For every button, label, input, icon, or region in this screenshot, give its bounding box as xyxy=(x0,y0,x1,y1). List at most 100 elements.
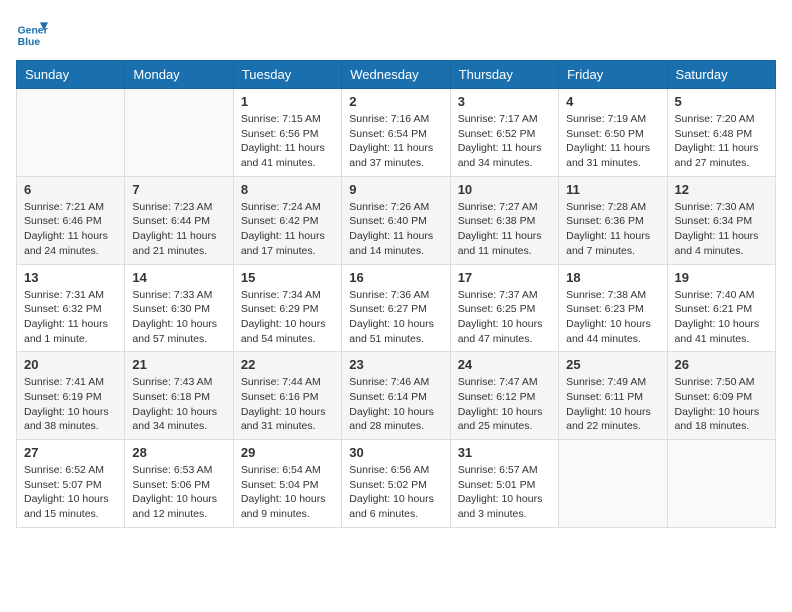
day-number: 31 xyxy=(458,445,551,460)
day-number: 2 xyxy=(349,94,442,109)
day-number: 3 xyxy=(458,94,551,109)
day-number: 13 xyxy=(24,270,117,285)
day-of-week-header: Monday xyxy=(125,61,233,89)
day-of-week-header: Friday xyxy=(559,61,667,89)
day-number: 14 xyxy=(132,270,225,285)
day-info: Sunrise: 6:53 AM Sunset: 5:06 PM Dayligh… xyxy=(132,463,225,522)
day-info: Sunrise: 7:38 AM Sunset: 6:23 PM Dayligh… xyxy=(566,288,659,347)
page-header: General Blue xyxy=(16,16,776,48)
day-number: 25 xyxy=(566,357,659,372)
calendar-week-row: 20Sunrise: 7:41 AM Sunset: 6:19 PM Dayli… xyxy=(17,352,776,440)
calendar-cell: 19 Sunrise: 7:40 AM Sunset: 6:21 PM Dayli… xyxy=(667,264,775,352)
calendar-cell xyxy=(125,89,233,177)
day-info: Sunrise: 7:24 AM Sunset: 6:42 PM Dayligh… xyxy=(241,200,334,259)
calendar-week-row: 6Sunrise: 7:21 AM Sunset: 6:46 PM Daylig… xyxy=(17,176,776,264)
calendar-cell: 8 Sunrise: 7:24 AM Sunset: 6:42 PM Daylig… xyxy=(233,176,341,264)
day-info: Sunrise: 6:57 AM Sunset: 5:01 PM Dayligh… xyxy=(458,463,551,522)
day-info: Sunrise: 7:19 AM Sunset: 6:50 PM Dayligh… xyxy=(566,112,659,171)
day-of-week-header: Sunday xyxy=(17,61,125,89)
day-number: 30 xyxy=(349,445,442,460)
calendar-cell: 24Sunrise: 7:47 AM Sunset: 6:12 PM Dayli… xyxy=(450,352,558,440)
calendar-cell: 25Sunrise: 7:49 AM Sunset: 6:11 PM Dayli… xyxy=(559,352,667,440)
logo-icon: General Blue xyxy=(16,16,48,48)
day-number: 10 xyxy=(458,182,551,197)
day-info: Sunrise: 7:33 AM Sunset: 6:30 PM Dayligh… xyxy=(132,288,225,347)
day-number: 29 xyxy=(241,445,334,460)
calendar-cell: 21 Sunrise: 7:43 AM Sunset: 6:18 PM Dayli… xyxy=(125,352,233,440)
calendar-cell: 27Sunrise: 6:52 AM Sunset: 5:07 PM Dayli… xyxy=(17,440,125,528)
calendar-cell: 7 Sunrise: 7:23 AM Sunset: 6:44 PM Daylig… xyxy=(125,176,233,264)
calendar-cell: 20Sunrise: 7:41 AM Sunset: 6:19 PM Dayli… xyxy=(17,352,125,440)
calendar-cell: 3 Sunrise: 7:17 AM Sunset: 6:52 PM Daylig… xyxy=(450,89,558,177)
calendar-cell: 28 Sunrise: 6:53 AM Sunset: 5:06 PM Dayli… xyxy=(125,440,233,528)
day-of-week-header: Wednesday xyxy=(342,61,450,89)
day-info: Sunrise: 7:50 AM Sunset: 6:09 PM Dayligh… xyxy=(675,375,768,434)
day-number: 5 xyxy=(675,94,768,109)
calendar-week-row: 27Sunrise: 6:52 AM Sunset: 5:07 PM Dayli… xyxy=(17,440,776,528)
day-info: Sunrise: 6:56 AM Sunset: 5:02 PM Dayligh… xyxy=(349,463,442,522)
day-number: 24 xyxy=(458,357,551,372)
calendar-cell: 6Sunrise: 7:21 AM Sunset: 6:46 PM Daylig… xyxy=(17,176,125,264)
day-info: Sunrise: 7:23 AM Sunset: 6:44 PM Dayligh… xyxy=(132,200,225,259)
calendar-cell xyxy=(667,440,775,528)
calendar-cell: 9 Sunrise: 7:26 AM Sunset: 6:40 PM Daylig… xyxy=(342,176,450,264)
day-info: Sunrise: 7:31 AM Sunset: 6:32 PM Dayligh… xyxy=(24,288,117,347)
day-number: 12 xyxy=(675,182,768,197)
calendar-cell: 29 Sunrise: 6:54 AM Sunset: 5:04 PM Dayli… xyxy=(233,440,341,528)
calendar-cell: 31 Sunrise: 6:57 AM Sunset: 5:01 PM Dayli… xyxy=(450,440,558,528)
day-number: 7 xyxy=(132,182,225,197)
svg-text:Blue: Blue xyxy=(18,37,41,48)
day-info: Sunrise: 7:44 AM Sunset: 6:16 PM Dayligh… xyxy=(241,375,334,434)
day-number: 6 xyxy=(24,182,117,197)
day-info: Sunrise: 7:17 AM Sunset: 6:52 PM Dayligh… xyxy=(458,112,551,171)
calendar-cell: 12 Sunrise: 7:30 AM Sunset: 6:34 PM Dayli… xyxy=(667,176,775,264)
day-info: Sunrise: 7:37 AM Sunset: 6:25 PM Dayligh… xyxy=(458,288,551,347)
day-of-week-header: Thursday xyxy=(450,61,558,89)
calendar-week-row: 1Sunrise: 7:15 AM Sunset: 6:56 PM Daylig… xyxy=(17,89,776,177)
day-info: Sunrise: 7:16 AM Sunset: 6:54 PM Dayligh… xyxy=(349,112,442,171)
calendar-cell: 16 Sunrise: 7:36 AM Sunset: 6:27 PM Dayli… xyxy=(342,264,450,352)
day-number: 27 xyxy=(24,445,117,460)
day-info: Sunrise: 7:40 AM Sunset: 6:21 PM Dayligh… xyxy=(675,288,768,347)
day-number: 11 xyxy=(566,182,659,197)
day-info: Sunrise: 7:20 AM Sunset: 6:48 PM Dayligh… xyxy=(675,112,768,171)
day-info: Sunrise: 7:41 AM Sunset: 6:19 PM Dayligh… xyxy=(24,375,117,434)
day-info: Sunrise: 6:54 AM Sunset: 5:04 PM Dayligh… xyxy=(241,463,334,522)
day-number: 17 xyxy=(458,270,551,285)
day-number: 22 xyxy=(241,357,334,372)
calendar-table: SundayMondayTuesdayWednesdayThursdayFrid… xyxy=(16,60,776,528)
day-number: 1 xyxy=(241,94,334,109)
day-info: Sunrise: 7:26 AM Sunset: 6:40 PM Dayligh… xyxy=(349,200,442,259)
logo: General Blue xyxy=(16,16,52,48)
day-number: 18 xyxy=(566,270,659,285)
day-number: 8 xyxy=(241,182,334,197)
day-number: 15 xyxy=(241,270,334,285)
day-info: Sunrise: 7:30 AM Sunset: 6:34 PM Dayligh… xyxy=(675,200,768,259)
day-info: Sunrise: 7:28 AM Sunset: 6:36 PM Dayligh… xyxy=(566,200,659,259)
calendar-cell: 2 Sunrise: 7:16 AM Sunset: 6:54 PM Daylig… xyxy=(342,89,450,177)
calendar-week-row: 13 Sunrise: 7:31 AM Sunset: 6:32 PM Dayli… xyxy=(17,264,776,352)
calendar-cell: 26Sunrise: 7:50 AM Sunset: 6:09 PM Dayli… xyxy=(667,352,775,440)
day-number: 21 xyxy=(132,357,225,372)
day-info: Sunrise: 7:46 AM Sunset: 6:14 PM Dayligh… xyxy=(349,375,442,434)
day-of-week-header: Tuesday xyxy=(233,61,341,89)
day-info: Sunrise: 7:36 AM Sunset: 6:27 PM Dayligh… xyxy=(349,288,442,347)
day-number: 23 xyxy=(349,357,442,372)
calendar-cell: 22 Sunrise: 7:44 AM Sunset: 6:16 PM Dayli… xyxy=(233,352,341,440)
day-number: 19 xyxy=(675,270,768,285)
day-info: Sunrise: 7:43 AM Sunset: 6:18 PM Dayligh… xyxy=(132,375,225,434)
day-info: Sunrise: 7:27 AM Sunset: 6:38 PM Dayligh… xyxy=(458,200,551,259)
calendar-header-row: SundayMondayTuesdayWednesdayThursdayFrid… xyxy=(17,61,776,89)
day-number: 9 xyxy=(349,182,442,197)
day-number: 4 xyxy=(566,94,659,109)
day-number: 16 xyxy=(349,270,442,285)
calendar-cell: 23 Sunrise: 7:46 AM Sunset: 6:14 PM Dayli… xyxy=(342,352,450,440)
calendar-cell: 30 Sunrise: 6:56 AM Sunset: 5:02 PM Dayli… xyxy=(342,440,450,528)
calendar-cell: 5 Sunrise: 7:20 AM Sunset: 6:48 PM Daylig… xyxy=(667,89,775,177)
day-of-week-header: Saturday xyxy=(667,61,775,89)
day-number: 28 xyxy=(132,445,225,460)
calendar-cell: 14 Sunrise: 7:33 AM Sunset: 6:30 PM Dayli… xyxy=(125,264,233,352)
calendar-cell: 18 Sunrise: 7:38 AM Sunset: 6:23 PM Dayli… xyxy=(559,264,667,352)
calendar-cell: 13 Sunrise: 7:31 AM Sunset: 6:32 PM Dayli… xyxy=(17,264,125,352)
day-info: Sunrise: 7:34 AM Sunset: 6:29 PM Dayligh… xyxy=(241,288,334,347)
